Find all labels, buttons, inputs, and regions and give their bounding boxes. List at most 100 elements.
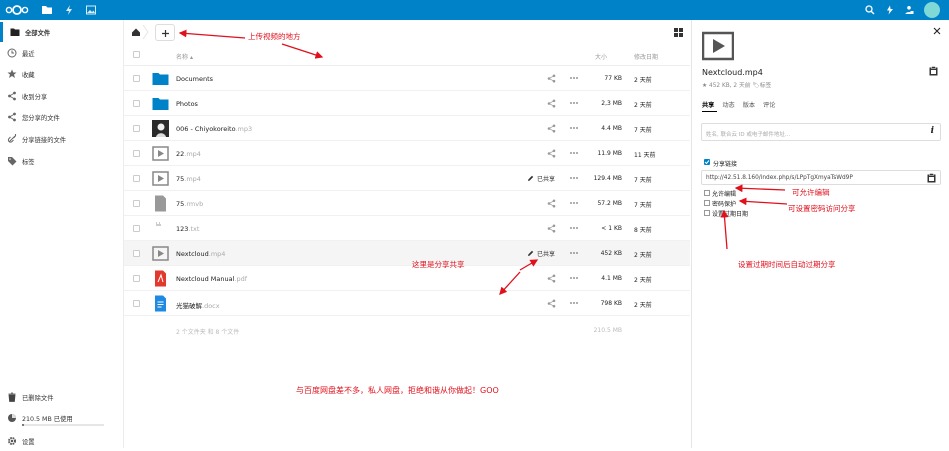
file-checkbox[interactable] — [133, 250, 140, 257]
grid-view-toggle[interactable] — [670, 24, 688, 41]
file-name[interactable]: 光猫破解.docx — [176, 300, 220, 310]
share-icon[interactable] — [547, 124, 556, 133]
share-icon[interactable] — [547, 299, 556, 308]
nextcloud-logo[interactable] — [5, 4, 29, 16]
sidebar-item-shared-with-you[interactable]: 收到分享 — [0, 86, 124, 106]
file-size: 11.9 MB — [597, 150, 622, 157]
column-size[interactable]: 大小 — [595, 52, 607, 61]
file-row[interactable]: 75.mp4 已共享 129.4 MB 7 天前 — [124, 166, 690, 191]
tag-icon[interactable]: 🏷 — [752, 83, 759, 89]
pdf-icon — [155, 270, 166, 287]
file-name[interactable]: 22.mp4 — [176, 150, 201, 158]
file-checkbox[interactable] — [133, 200, 140, 207]
more-icon[interactable] — [569, 176, 579, 180]
activity-icon[interactable] — [62, 3, 76, 17]
file-row[interactable]: 006 - Chiyokoreito.mp3 4.4 MB 7 天前 — [124, 116, 690, 141]
file-checkbox[interactable] — [133, 225, 140, 232]
link-icon — [7, 134, 17, 143]
expiry-date-checkbox[interactable] — [704, 210, 710, 216]
file-row[interactable]: Documents 77 KB 2 天前 — [124, 66, 690, 91]
sidebar-item-tags[interactable]: 标签 — [0, 151, 124, 171]
sidebar-item-favorites[interactable]: 收藏 — [0, 64, 124, 84]
allow-editing-checkbox[interactable] — [704, 190, 710, 196]
share-icon[interactable] — [547, 149, 556, 158]
home-icon[interactable] — [128, 23, 150, 41]
select-all-checkbox[interactable] — [133, 51, 140, 58]
file-name[interactable]: 006 - Chiyokoreito.mp3 — [176, 125, 252, 133]
more-icon[interactable] — [569, 251, 579, 255]
share-url-field[interactable]: http://42.51.8.160/index.php/s/LPpTgXmya… — [701, 170, 941, 185]
more-icon[interactable] — [569, 151, 579, 155]
favorite-star-icon[interactable]: ★ — [702, 83, 707, 89]
column-name[interactable]: 名称 ▴ — [176, 52, 193, 61]
gallery-icon[interactable] — [84, 3, 98, 17]
sidebar-item-shared-by-link[interactable]: 分享链接的文件 — [0, 129, 124, 149]
shared-status[interactable]: 已共享 — [527, 174, 555, 183]
new-file-button[interactable] — [155, 24, 175, 41]
column-modified[interactable]: 修改日期 — [634, 52, 658, 61]
file-checkbox[interactable] — [133, 300, 140, 307]
avatar[interactable] — [924, 2, 940, 18]
share-icon[interactable] — [547, 199, 556, 208]
file-name[interactable]: Nextcloud.mp4 — [176, 250, 225, 258]
sidebar-item-shared-by-you[interactable]: 您分享的文件 — [0, 107, 124, 127]
shared-status[interactable]: 已共享 — [527, 249, 555, 258]
clipboard-icon[interactable] — [927, 173, 936, 183]
file-checkbox[interactable] — [133, 125, 140, 132]
user-status-icon[interactable] — [903, 4, 915, 16]
more-icon[interactable] — [569, 276, 579, 280]
more-icon[interactable] — [569, 126, 579, 130]
sidebar-item-recent[interactable]: 最近 — [0, 43, 124, 63]
file-row[interactable]: 22.mp4 11.9 MB 11 天前 — [124, 141, 690, 166]
share-with-input[interactable]: 姓名, 联合云 ID 或电子邮件地址... i — [701, 123, 941, 141]
folder-icon — [152, 98, 169, 110]
share-icon[interactable] — [547, 99, 556, 108]
file-size: 2,3 MB — [601, 100, 622, 107]
file-name[interactable]: Documents — [176, 75, 213, 83]
file-checkbox[interactable] — [133, 175, 140, 182]
tab-sharing[interactable]: 共享 — [702, 102, 714, 109]
more-icon[interactable] — [569, 101, 579, 105]
video-icon — [152, 146, 169, 161]
summary-size: 210.5 MB — [593, 327, 622, 334]
info-icon[interactable]: i — [931, 126, 934, 136]
file-row[interactable]: Nextcloud Manual.pdf 4.1 MB 2 天前 — [124, 266, 690, 291]
file-name[interactable]: 123.txt — [176, 225, 199, 233]
files-icon[interactable] — [40, 3, 54, 17]
search-icon[interactable] — [864, 4, 876, 16]
clipboard-icon[interactable] — [929, 66, 938, 76]
tab-versions[interactable]: 版本 — [743, 102, 755, 109]
file-name[interactable]: 75.rmvb — [176, 200, 203, 208]
file-name[interactable]: Nextcloud Manual.pdf — [176, 275, 247, 283]
more-icon[interactable] — [569, 201, 579, 205]
file-checkbox[interactable] — [133, 100, 140, 107]
share-icon[interactable] — [547, 74, 556, 83]
file-checkbox[interactable] — [133, 150, 140, 157]
more-icon[interactable] — [569, 301, 579, 305]
file-row[interactable]: 75.rmvb 57.2 MB 7 天前 — [124, 191, 690, 216]
annotation-password: 可设置密码访问分享 — [788, 204, 856, 213]
file-row[interactable]: Nextcloud.mp4 已共享 452 KB 2 天前 — [124, 241, 690, 266]
sidebar-item-settings[interactable]: 设置 — [0, 431, 124, 451]
file-checkbox[interactable] — [133, 75, 140, 82]
share-icon[interactable] — [547, 224, 556, 233]
notifications-icon[interactable] — [884, 4, 896, 16]
more-icon[interactable] — [569, 76, 579, 80]
file-row[interactable]: 123.txt < 1 KB 8 天前 — [124, 216, 690, 241]
file-row[interactable]: Photos 2,3 MB 2 天前 — [124, 91, 690, 116]
file-checkbox[interactable] — [133, 275, 140, 282]
file-name[interactable]: 75.mp4 — [176, 175, 201, 183]
tab-activity[interactable]: 动态 — [722, 102, 734, 109]
details-tabs: 共享 动态 版本 评论 — [702, 100, 775, 109]
tab-comments[interactable]: 评论 — [763, 102, 775, 109]
close-icon[interactable] — [933, 27, 941, 35]
share-icon[interactable] — [547, 274, 556, 283]
sidebar-item-deleted-files[interactable]: 已删除文件 — [0, 387, 124, 407]
more-icon[interactable] — [569, 226, 579, 230]
file-row[interactable]: 光猫破解.docx 798 KB 2 天前 — [124, 291, 690, 316]
file-name[interactable]: Photos — [176, 100, 198, 108]
details-tag-label[interactable]: 标签 — [760, 83, 772, 89]
sidebar-item-all-files[interactable]: 全部文件 — [0, 22, 124, 42]
share-link-checkbox[interactable] — [704, 159, 710, 165]
password-protect-checkbox[interactable] — [704, 200, 710, 206]
